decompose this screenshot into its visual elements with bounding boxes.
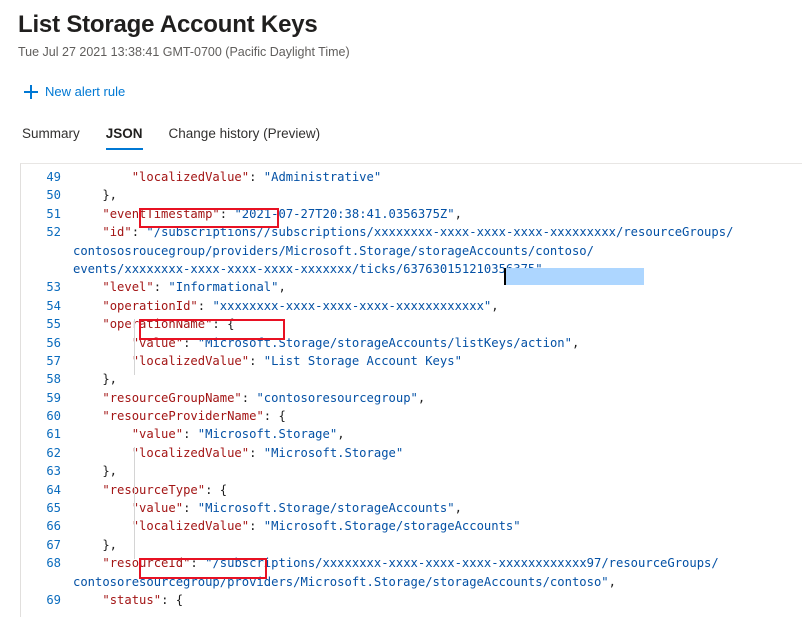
- json-code-panel[interactable]: 49 "localizedValue": "Administrative"50 …: [20, 163, 802, 617]
- code-line: 60 "resourceProviderName": {: [21, 407, 802, 425]
- line-number: 53: [21, 278, 73, 296]
- indent-guide: [134, 503, 135, 559]
- code-line-text: "value": "Microsoft.Storage/storageAccou…: [73, 499, 802, 517]
- line-number: 59: [21, 389, 73, 407]
- code-line-text: },: [73, 536, 802, 554]
- line-number: 68: [21, 554, 73, 572]
- line-number: 57: [21, 352, 73, 370]
- code-line: 59 "resourceGroupName": "contosoresource…: [21, 389, 802, 407]
- code-line-text: events/xxxxxxxx-xxxx-xxxx-xxxx-xxxxxxx/t…: [73, 260, 802, 278]
- page-header: List Storage Account Keys Tue Jul 27 202…: [0, 0, 802, 61]
- indent-guide: [134, 447, 135, 503]
- line-number: 66: [21, 517, 73, 535]
- code-line: 53 "level": "Informational",: [21, 278, 802, 296]
- indent-guide: [134, 319, 135, 375]
- line-number: 58: [21, 370, 73, 388]
- code-line-text: contososroucegroup/providers/Microsoft.S…: [73, 242, 802, 260]
- code-line: 49 "localizedValue": "Administrative": [21, 168, 802, 186]
- code-line: 64 "resourceType": {: [21, 481, 802, 499]
- line-number: 61: [21, 425, 73, 443]
- line-number: 56: [21, 334, 73, 352]
- code-line-text: "operationId": "xxxxxxxx-xxxx-xxxx-xxxx-…: [73, 297, 802, 315]
- code-line-text: "localizedValue": "Microsoft.Storage/sto…: [73, 517, 802, 535]
- code-line-text: contosoresourcegroup/providers/Microsoft…: [73, 573, 802, 591]
- code-line: 56 "value": "Microsoft.Storage/storageAc…: [21, 334, 802, 352]
- code-line: 50 },: [21, 186, 802, 204]
- code-line: 65 "value": "Microsoft.Storage/storageAc…: [21, 499, 802, 517]
- code-line-text: "level": "Informational",: [73, 278, 802, 296]
- command-bar: New alert rule: [0, 79, 802, 105]
- code-line: contososroucegroup/providers/Microsoft.S…: [21, 242, 802, 260]
- code-line: 67 },: [21, 536, 802, 554]
- line-number: 69: [21, 591, 73, 609]
- code-line-text: "resourceProviderName": {: [73, 407, 802, 425]
- code-line: events/xxxxxxxx-xxxx-xxxx-xxxx-xxxxxxx/t…: [21, 260, 802, 278]
- code-line-text: "eventTimestamp": "2021-07-27T20:38:41.0…: [73, 205, 802, 223]
- new-alert-rule-button[interactable]: New alert rule: [22, 81, 127, 103]
- tab-bar: Summary JSON Change history (Preview): [0, 122, 802, 150]
- line-number: 54: [21, 297, 73, 315]
- code-line: 51 "eventTimestamp": "2021-07-27T20:38:4…: [21, 205, 802, 223]
- code-line-text: "operationName": {: [73, 315, 802, 333]
- line-number: 51: [21, 205, 73, 223]
- text-caret: [504, 268, 506, 285]
- code-line: 69 "status": {: [21, 591, 802, 609]
- code-line-text: "localizedValue": "Microsoft.Storage": [73, 444, 802, 462]
- line-number: 60: [21, 407, 73, 425]
- code-line-text: "resourceType": {: [73, 481, 802, 499]
- code-line: 63 },: [21, 462, 802, 480]
- code-line: contosoresourcegroup/providers/Microsoft…: [21, 573, 802, 591]
- line-number: 49: [21, 168, 73, 186]
- code-line: 54 "operationId": "xxxxxxxx-xxxx-xxxx-xx…: [21, 297, 802, 315]
- code-line: 52 "id": "/subscriptions//subscriptions/…: [21, 223, 802, 241]
- code-line-text: "id": "/subscriptions//subscriptions/xxx…: [73, 223, 802, 241]
- code-line: 68 "resourceId": "/subscriptions/xxxxxxx…: [21, 554, 802, 572]
- code-line: 55 "operationName": {: [21, 315, 802, 333]
- line-number: 55: [21, 315, 73, 333]
- tab-summary[interactable]: Summary: [22, 124, 80, 150]
- code-line-text: "value": "Microsoft.Storage/storageAccou…: [73, 334, 802, 352]
- code-line-text: "status": {: [73, 591, 802, 609]
- text-selection-highlight: [504, 268, 644, 285]
- code-line: 57 "localizedValue": "List Storage Accou…: [21, 352, 802, 370]
- code-line-text: },: [73, 462, 802, 480]
- line-number: 63: [21, 462, 73, 480]
- page-title: List Storage Account Keys: [18, 10, 802, 40]
- code-line-text: },: [73, 186, 802, 204]
- new-alert-rule-label: New alert rule: [45, 83, 125, 101]
- tab-change-history[interactable]: Change history (Preview): [169, 124, 321, 150]
- code-line: 61 "value": "Microsoft.Storage",: [21, 425, 802, 443]
- code-line: 62 "localizedValue": "Microsoft.Storage": [21, 444, 802, 462]
- code-line-text: "resourceId": "/subscriptions/xxxxxxxx-x…: [73, 554, 802, 572]
- code-line-text: "localizedValue": "Administrative": [73, 168, 802, 186]
- code-line: 66 "localizedValue": "Microsoft.Storage/…: [21, 517, 802, 535]
- code-line-text: "localizedValue": "List Storage Account …: [73, 352, 802, 370]
- line-number: 52: [21, 223, 73, 241]
- code-line-text: "value": "Microsoft.Storage",: [73, 425, 802, 443]
- page-timestamp: Tue Jul 27 2021 13:38:41 GMT-0700 (Pacif…: [18, 43, 802, 61]
- line-number: 64: [21, 481, 73, 499]
- line-number: 65: [21, 499, 73, 517]
- line-number: 67: [21, 536, 73, 554]
- code-line-text: },: [73, 370, 802, 388]
- plus-icon: [24, 85, 38, 99]
- code-line: 58 },: [21, 370, 802, 388]
- line-number: 62: [21, 444, 73, 462]
- line-number: 50: [21, 186, 73, 204]
- tab-json[interactable]: JSON: [106, 124, 143, 150]
- code-line-text: "resourceGroupName": "contosoresourcegro…: [73, 389, 802, 407]
- json-code-content[interactable]: 49 "localizedValue": "Administrative"50 …: [21, 164, 802, 609]
